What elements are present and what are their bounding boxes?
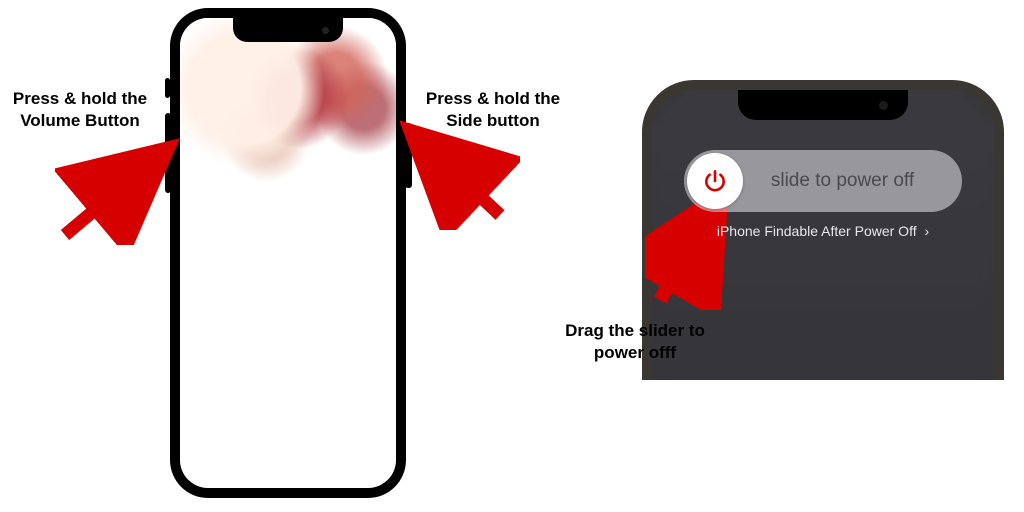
label-side: Press & hold the Side button [418,88,568,132]
slider-text: slide to power off [743,170,962,192]
wallpaper-floral [180,18,396,218]
phone-screen-left [180,18,396,488]
volume-down-button[interactable] [165,158,171,193]
chevron-right-icon: › [924,223,929,239]
notch-right [738,90,908,120]
notch-left [233,18,343,42]
volume-up-button[interactable] [165,113,171,148]
findable-text[interactable]: iPhone Findable After Power Off › [652,223,994,239]
power-off-slider[interactable]: slide to power off [684,150,962,212]
mute-switch[interactable] [165,78,170,98]
phone-frame-left [170,8,406,498]
power-icon [702,168,728,194]
label-volume: Press & hold the Volume Button [0,88,160,132]
side-button[interactable] [405,123,412,188]
label-drag: Drag the slider to power offf [550,320,720,364]
power-off-knob[interactable] [687,153,743,209]
arrow-side-icon [400,120,520,230]
findable-label: iPhone Findable After Power Off [717,223,917,239]
